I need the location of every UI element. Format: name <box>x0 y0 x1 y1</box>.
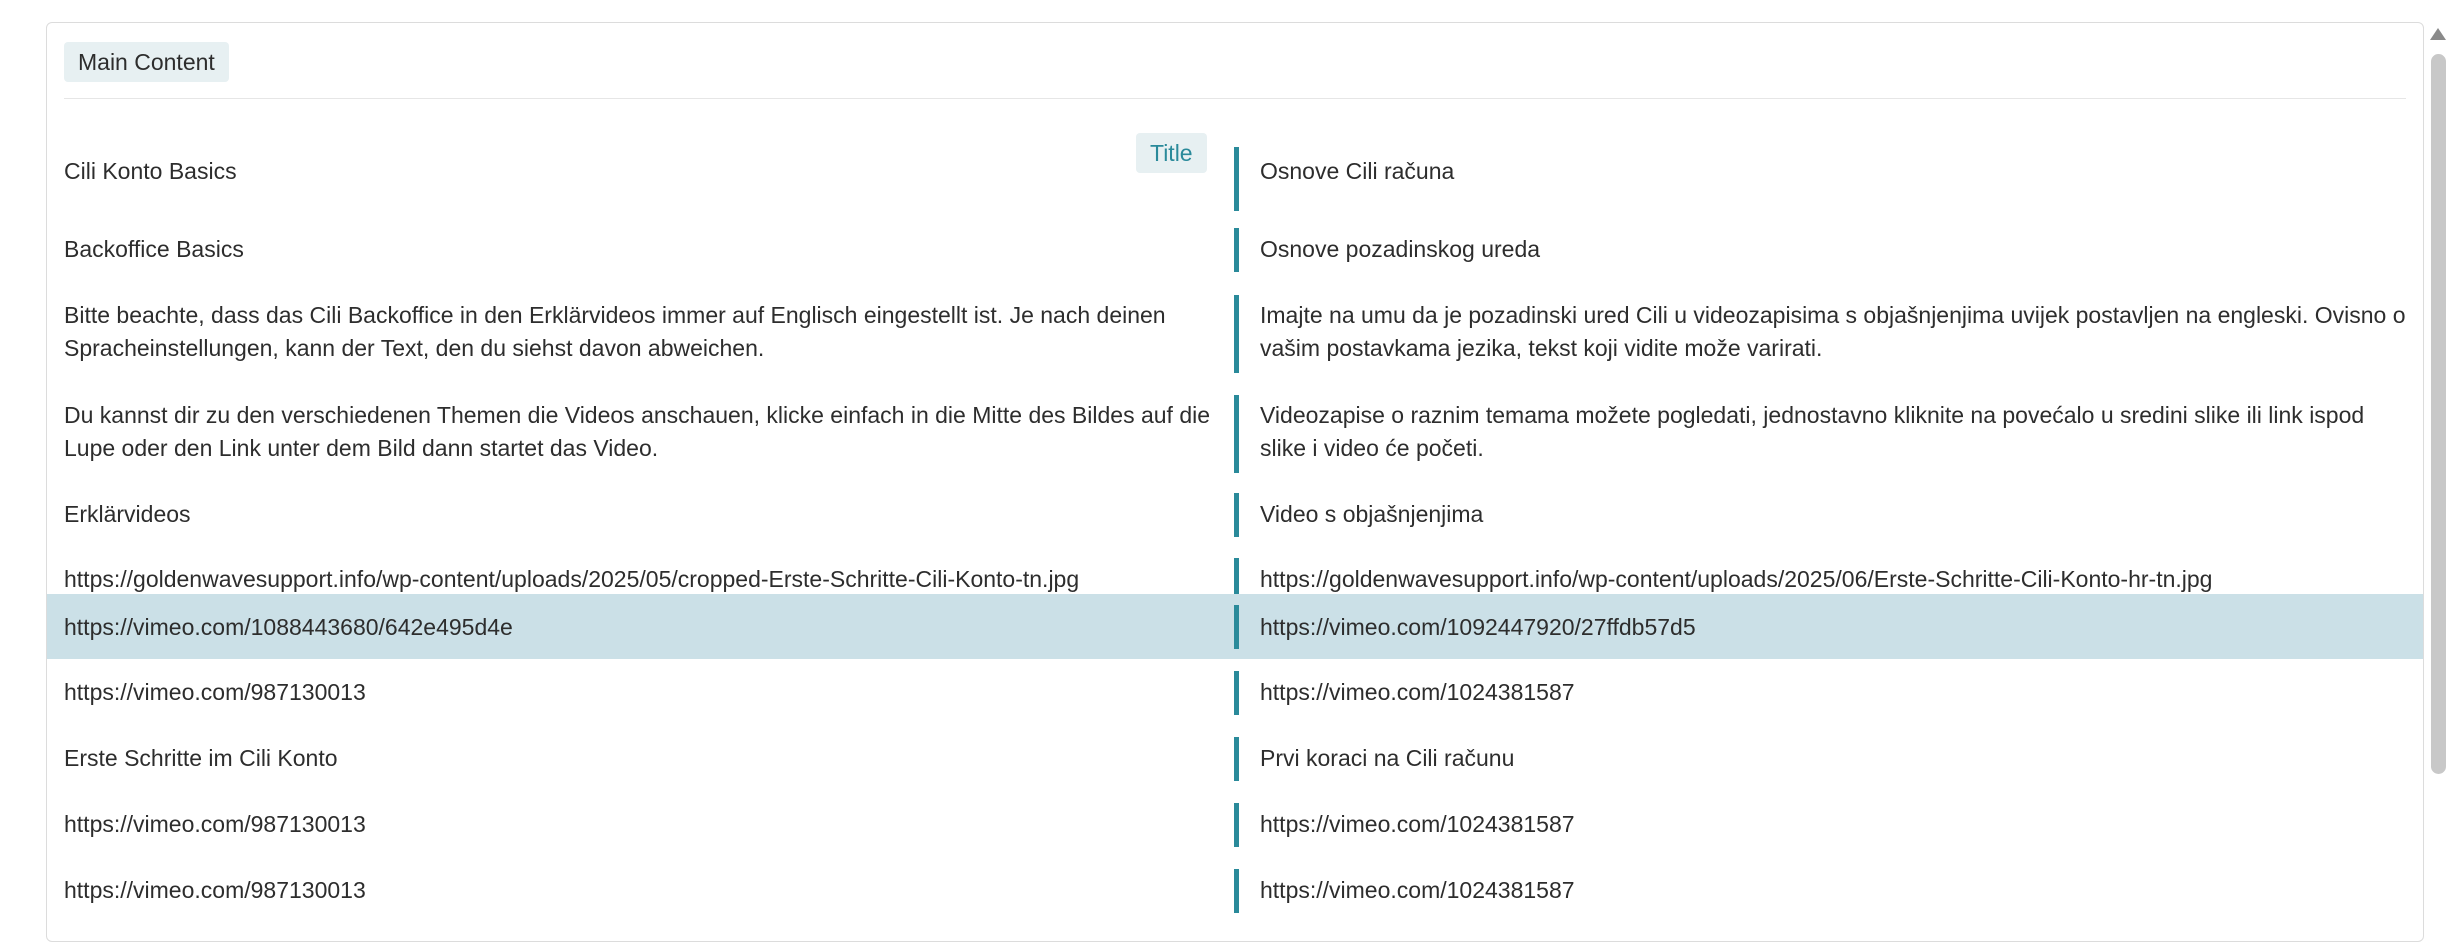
source-text[interactable]: https://vimeo.com/987130013 <box>64 676 1234 709</box>
translation-row-selected[interactable]: https://vimeo.com/1088443680/642e495d4e … <box>47 594 2423 659</box>
source-text[interactable]: Erste Schritte im Cili Konto <box>64 742 1234 775</box>
source-text[interactable]: https://vimeo.com/987130013 <box>64 874 1234 907</box>
translation-row[interactable]: https://vimeo.com/987130013 https://vime… <box>47 669 2423 734</box>
segment-marker <box>1234 803 1239 847</box>
title-tag: Title <box>1136 133 1207 173</box>
header-divider <box>64 98 2406 99</box>
target-text[interactable]: Osnove pozadinskog ureda <box>1260 233 2410 266</box>
segment-marker <box>1234 493 1239 537</box>
source-text[interactable]: https://vimeo.com/987130013 <box>64 808 1234 841</box>
segment-marker <box>1234 605 1239 649</box>
source-text[interactable]: https://vimeo.com/1088443680/642e495d4e <box>64 611 1234 644</box>
target-text[interactable]: https://vimeo.com/1092447920/27ffdb57d5 <box>1260 611 2410 644</box>
source-text[interactable]: Bitte beachte, dass das Cili Backoffice … <box>64 299 1234 365</box>
target-text[interactable]: Imajte na umu da je pozadinski ured Cili… <box>1260 299 2410 365</box>
translation-row[interactable]: Backoffice Basics Osnove pozadinskog ure… <box>47 206 2423 272</box>
translation-row[interactable]: Erklärvideos Video s objašnjenjima <box>47 473 2423 538</box>
source-text[interactable]: Erklärvideos <box>64 498 1234 531</box>
target-text[interactable]: https://vimeo.com/1024381587 <box>1260 676 2410 709</box>
translation-row[interactable]: https://vimeo.com/987130013 https://vime… <box>47 799 2423 864</box>
segment-marker <box>1234 671 1239 715</box>
segment-marker <box>1234 228 1239 272</box>
source-text[interactable]: https://goldenwavesupport.info/wp-conten… <box>64 563 1234 596</box>
segment-marker <box>1234 737 1239 781</box>
target-text[interactable]: https://goldenwavesupport.info/wp-conten… <box>1260 563 2410 596</box>
target-text[interactable]: https://vimeo.com/1024381587 <box>1260 808 2410 841</box>
source-text[interactable]: Du kannst dir zu den verschiedenen Theme… <box>64 399 1234 465</box>
target-text[interactable]: Videozapise o raznim temama možete pogle… <box>1260 399 2410 465</box>
target-text[interactable]: Video s objašnjenjima <box>1260 498 2410 531</box>
source-text[interactable]: Backoffice Basics <box>64 233 1234 266</box>
section-badge: Main Content <box>64 42 229 82</box>
translation-row[interactable]: Cili Konto Basics Osnove Cili računa <box>47 133 2423 211</box>
vertical-scrollbar[interactable] <box>2424 22 2453 917</box>
segment-marker <box>1234 295 1239 373</box>
scroll-thumb[interactable] <box>2431 54 2446 774</box>
translation-row[interactable]: Bitte beachte, dass das Cili Backoffice … <box>47 273 2423 373</box>
translation-row[interactable]: Du kannst dir zu den verschiedenen Theme… <box>47 373 2423 473</box>
target-text[interactable]: Osnove Cili računa <box>1260 155 2410 188</box>
target-text[interactable]: https://vimeo.com/1024381587 <box>1260 874 2410 907</box>
segment-marker <box>1234 395 1239 473</box>
main-content-panel: Main Content Cili Konto Basics Osnove Ci… <box>46 22 2424 942</box>
translation-row[interactable]: Erste Schritte im Cili Konto Prvi koraci… <box>47 734 2423 799</box>
segment-marker <box>1234 147 1239 211</box>
source-text[interactable]: Cili Konto Basics <box>64 155 1234 188</box>
scroll-up-arrow-icon[interactable] <box>2430 28 2446 40</box>
segment-marker <box>1234 869 1239 913</box>
target-text[interactable]: Prvi koraci na Cili računu <box>1260 742 2410 775</box>
translation-row[interactable]: https://vimeo.com/987130013 https://vime… <box>47 865 2423 930</box>
